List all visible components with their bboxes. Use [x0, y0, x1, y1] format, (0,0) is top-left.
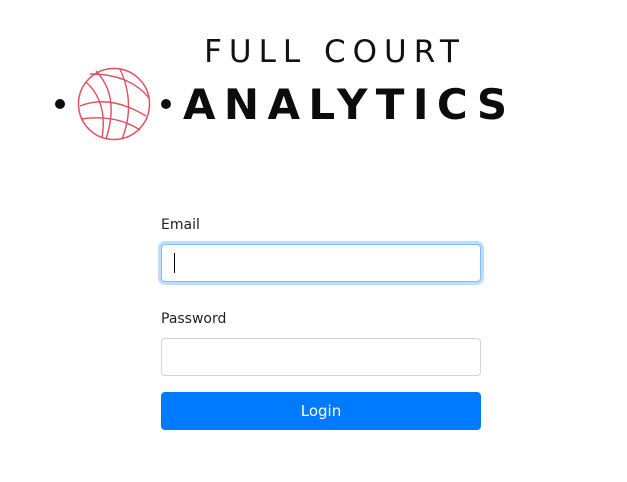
email-label: Email: [161, 217, 200, 233]
password-field[interactable]: [161, 338, 481, 376]
email-field-wrap: [161, 244, 481, 282]
login-page: FULL COURT ANALYTICS Email Password Logi…: [0, 0, 627, 482]
logo-line-2: ANALYTICS: [183, 80, 516, 129]
full-court-analytics-logo: FULL COURT ANALYTICS: [0, 0, 627, 150]
text-caret: [174, 253, 175, 273]
dot-icon: [161, 99, 171, 109]
dot-icon: [55, 99, 65, 109]
login-button[interactable]: Login: [161, 392, 481, 430]
email-field[interactable]: [161, 244, 481, 282]
basketball-icon: [55, 67, 171, 141]
password-label: Password: [161, 311, 227, 327]
login-form: Email Password Login: [161, 214, 481, 430]
